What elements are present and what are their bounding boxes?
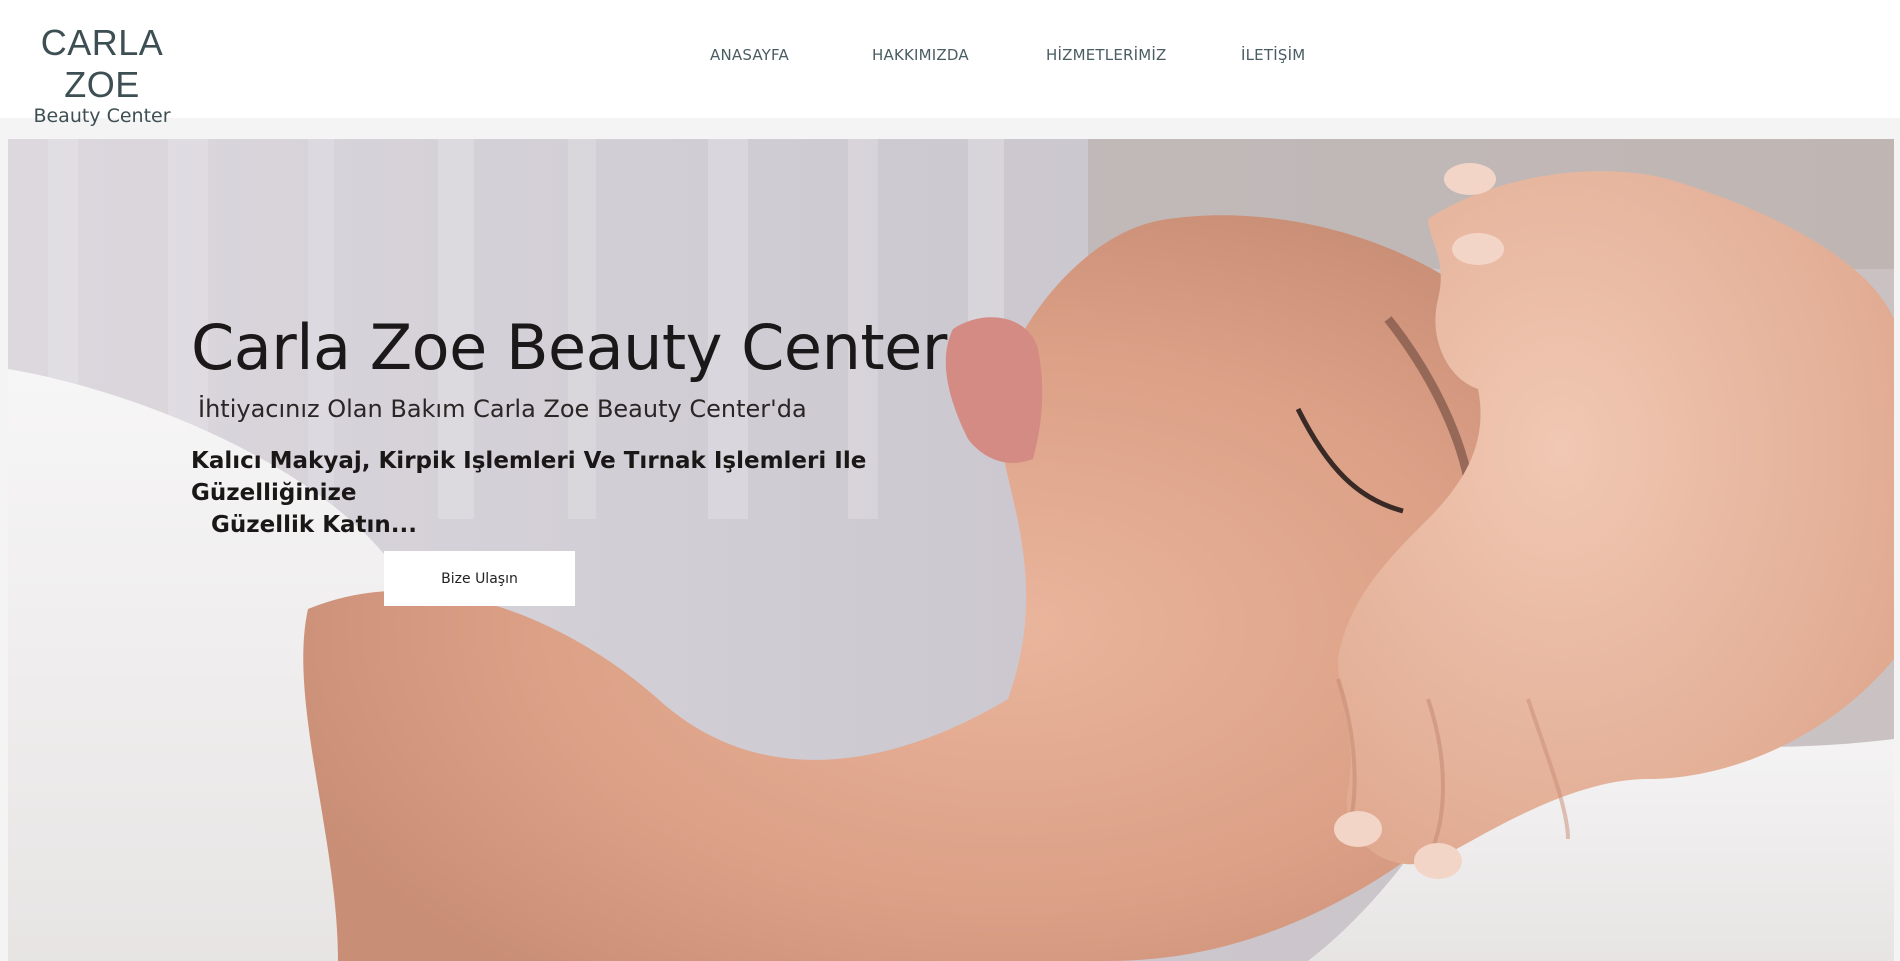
hero-title: Carla Zoe Beauty Center <box>191 311 947 384</box>
nav-item-hakkimizda[interactable]: HAKKIMIZDA <box>872 46 1046 64</box>
logo-subtitle: Beauty Center <box>33 105 171 127</box>
nav-item-anasayfa[interactable]: ANASAYFA <box>686 46 872 64</box>
hero-content: Carla Zoe Beauty Center İhtiyacınız Olan… <box>191 311 991 541</box>
hero-background-image <box>8 139 1894 961</box>
hero-tagline-line2: Güzellik Katın... <box>211 512 418 538</box>
hero-subtitle: İhtiyacınız Olan Bakım Carla Zoe Beauty … <box>198 395 807 423</box>
nav-item-iletisim[interactable]: İLETİŞİM <box>1241 46 1361 64</box>
logo-title: CARLA ZOE <box>40 22 164 105</box>
hero-tagline-line1: Kalıcı Makyaj, Kirpik Işlemleri Ve Tırna… <box>191 448 867 506</box>
contact-us-button[interactable]: Bize Ulaşın <box>384 551 575 606</box>
site-header: CARLA ZOE Beauty Center ANASAYFA HAKKIMI… <box>0 0 1900 127</box>
hero-tagline: Kalıcı Makyaj, Kirpik Işlemleri Ve Tırna… <box>191 445 961 541</box>
hero-section: Carla Zoe Beauty Center İhtiyacınız Olan… <box>8 139 1894 961</box>
nav-item-hizmetlerimiz[interactable]: HİZMETLERİMİZ <box>1046 46 1241 64</box>
site-logo[interactable]: CARLA ZOE Beauty Center <box>12 22 192 128</box>
main-nav: ANASAYFA HAKKIMIZDA HİZMETLERİMİZ İLETİŞ… <box>686 46 1361 64</box>
